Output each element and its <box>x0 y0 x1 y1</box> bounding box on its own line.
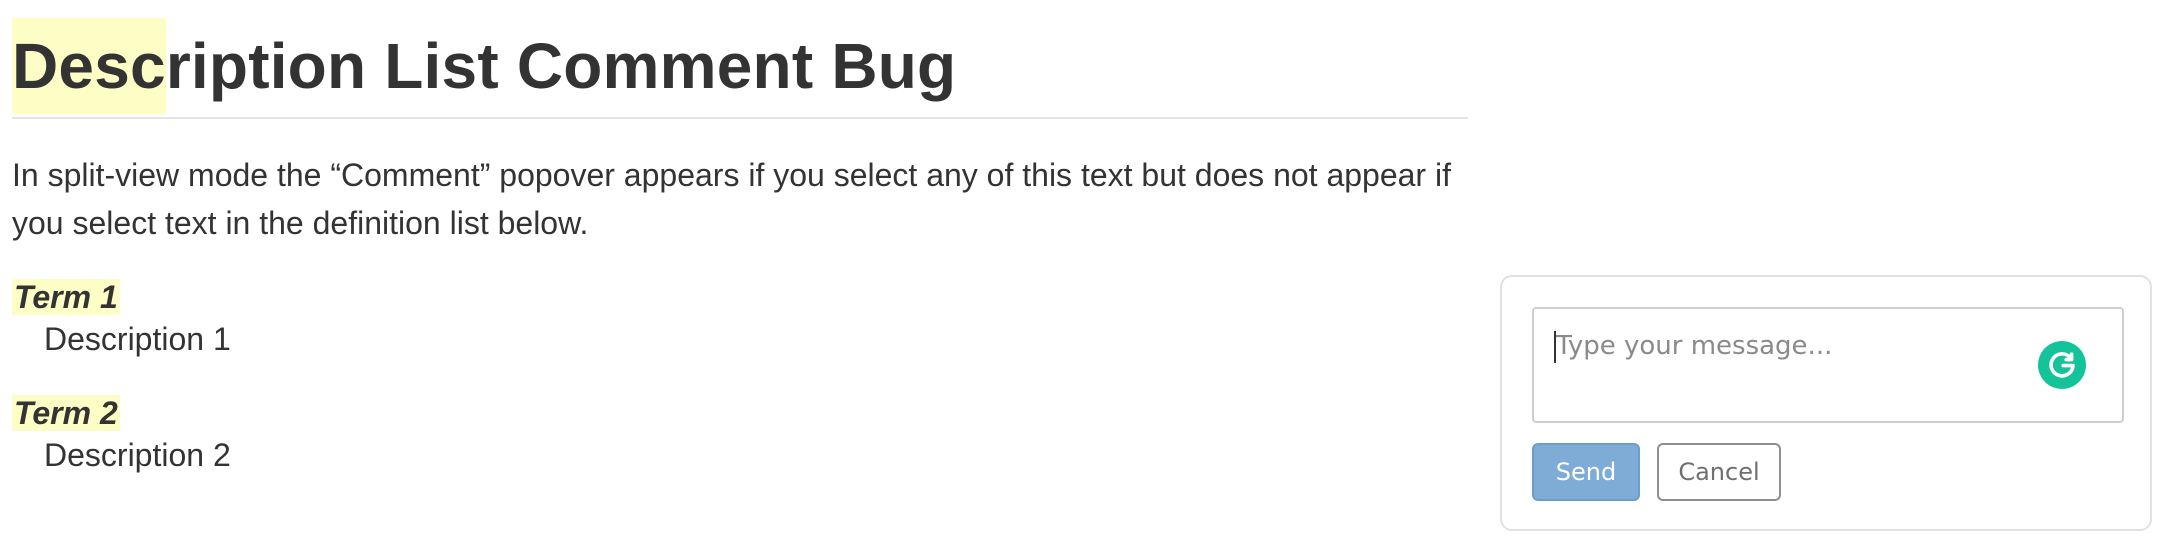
comment-popover: Type your message... Send Cancel <box>1500 275 2152 531</box>
definition-term-text[interactable]: Term 1 <box>12 279 120 315</box>
cancel-button[interactable]: Cancel <box>1657 443 1781 501</box>
definition-description[interactable]: Description 2 <box>44 433 1468 477</box>
definition-term[interactable]: Term 1 <box>12 277 1468 317</box>
send-button[interactable]: Send <box>1532 443 1640 501</box>
message-input[interactable]: Type your message... <box>1532 307 2124 423</box>
grammarly-g-glyph <box>2049 352 2075 378</box>
title-selected-text[interactable]: Desc <box>12 18 166 114</box>
intro-paragraph[interactable]: In split-view mode the “Comment” popover… <box>12 119 1452 247</box>
grammarly-g-icon[interactable] <box>2038 341 2086 389</box>
definition-description[interactable]: Description 1 <box>44 317 1468 361</box>
document: Description List Comment Bug In split-vi… <box>12 0 1468 509</box>
text-caret <box>1554 331 1556 363</box>
message-placeholder: Type your message... <box>1556 331 1833 361</box>
page-title[interactable]: Description List Comment Bug <box>12 0 1468 117</box>
title-text[interactable]: ription List Comment Bug <box>166 30 957 102</box>
definition-term-text[interactable]: Term 2 <box>12 395 120 431</box>
definition-list: Term 1 Description 1 Term 2 Description … <box>12 247 1468 477</box>
definition-term[interactable]: Term 2 <box>12 393 1468 433</box>
